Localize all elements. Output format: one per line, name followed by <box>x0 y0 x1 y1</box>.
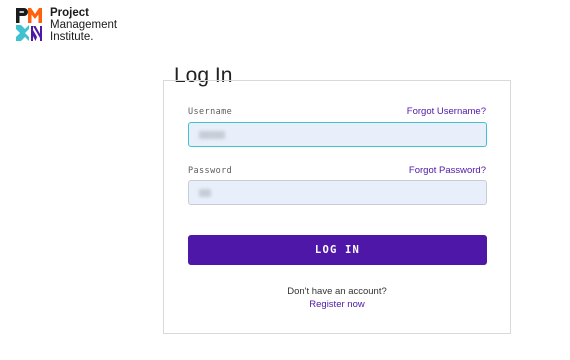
username-masked-value <box>199 131 225 139</box>
register-now-link[interactable]: Register now <box>164 299 510 310</box>
password-label: Password <box>188 166 233 176</box>
password-input[interactable] <box>188 180 487 205</box>
logo-line-2: Management <box>50 19 118 31</box>
pmi-logo-text: Project Management Institute. <box>50 7 117 43</box>
logo-line-1: Project <box>50 7 89 19</box>
no-account-text: Don't have an account? <box>287 286 387 297</box>
forgot-username-link[interactable]: Forgot Username? <box>407 106 486 117</box>
password-masked-value <box>199 189 211 197</box>
login-page: Project Management Institute. Log In Use… <box>0 0 570 360</box>
login-card: Username Forgot Username? Password Forgo… <box>163 80 511 334</box>
username-label: Username <box>188 107 233 117</box>
username-input[interactable] <box>188 122 487 147</box>
forgot-password-link[interactable]: Forgot Password? <box>409 165 486 176</box>
login-button[interactable]: LOG IN <box>188 235 487 265</box>
logo-line-3: Institute. <box>50 31 94 43</box>
pmi-logo-mark-icon <box>16 8 42 41</box>
pmi-logo[interactable]: Project Management Institute. <box>16 7 117 43</box>
